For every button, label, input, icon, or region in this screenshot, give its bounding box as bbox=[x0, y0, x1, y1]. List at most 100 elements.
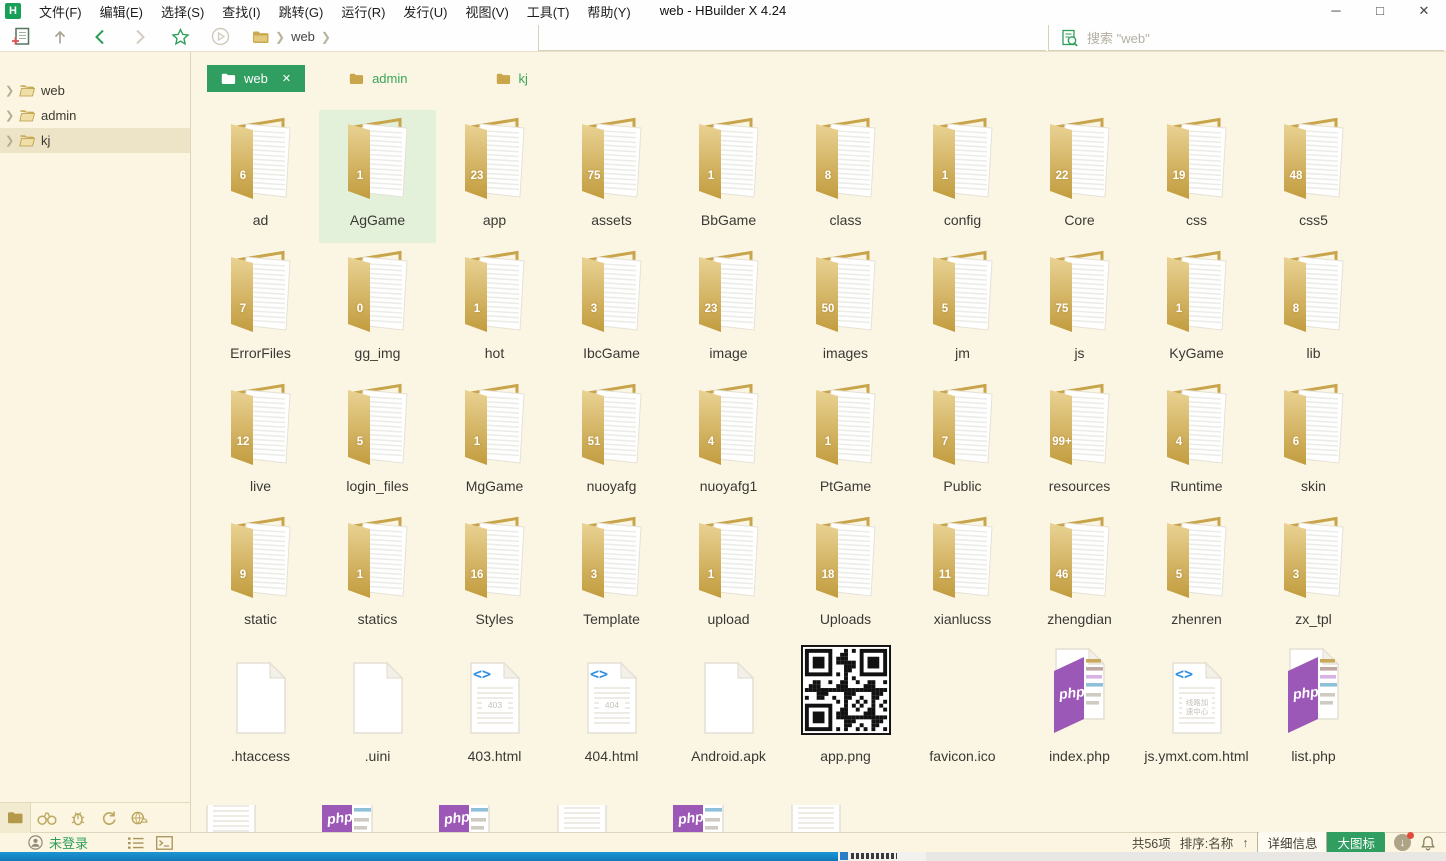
folder-item[interactable]: 1 MgGame bbox=[436, 376, 553, 509]
folder-item[interactable]: 1 config bbox=[904, 110, 1021, 243]
folder-item[interactable]: 4 Runtime bbox=[1138, 376, 1255, 509]
maximize-button[interactable]: □ bbox=[1358, 0, 1402, 22]
menu-item[interactable]: 工具(T) bbox=[518, 0, 579, 23]
folder-item[interactable]: 0 gg_img bbox=[319, 243, 436, 376]
minimize-button[interactable]: ─ bbox=[1314, 0, 1358, 22]
file-item-partial[interactable]: php bbox=[670, 805, 787, 832]
chevron-right-icon[interactable]: ❯ bbox=[5, 134, 13, 147]
breadcrumb-folder[interactable]: web bbox=[291, 29, 315, 44]
folder-item[interactable]: 23 image bbox=[670, 243, 787, 376]
folder-item[interactable]: 1 KyGame bbox=[1138, 243, 1255, 376]
file-item-partial[interactable]: <> bbox=[202, 805, 319, 832]
folder-item[interactable]: 3 IbcGame bbox=[553, 243, 670, 376]
folder-item[interactable]: 1 hot bbox=[436, 243, 553, 376]
up-button[interactable] bbox=[40, 23, 80, 51]
folder-item[interactable]: 19 css bbox=[1138, 110, 1255, 243]
folder-item[interactable]: 48 css5 bbox=[1255, 110, 1372, 243]
file-item[interactable]: <> 线路加 速中心 js.ymxt.com.html bbox=[1138, 642, 1255, 805]
file-item[interactable]: Android.apk bbox=[670, 642, 787, 805]
project-explorer-icon[interactable] bbox=[0, 803, 31, 833]
file-item-partial[interactable]: TXT bbox=[553, 805, 670, 832]
sidebar-item-web[interactable]: ❯ web bbox=[0, 78, 190, 103]
menu-item[interactable]: 发行(U) bbox=[394, 0, 456, 23]
binoculars-search-icon[interactable] bbox=[31, 803, 62, 833]
folder-item[interactable]: 9 static bbox=[202, 509, 319, 642]
folder-item[interactable]: 5 zhenren bbox=[1138, 509, 1255, 642]
close-button[interactable]: ✕ bbox=[1402, 0, 1446, 22]
file-item[interactable]: <> 404 404.html bbox=[553, 642, 670, 805]
folder-item[interactable]: 18 Uploads bbox=[787, 509, 904, 642]
folder-item[interactable]: 5 login_files bbox=[319, 376, 436, 509]
sort-direction-icon[interactable]: ↑ bbox=[1242, 836, 1248, 850]
menu-item[interactable]: 查找(I) bbox=[213, 0, 269, 23]
breadcrumb[interactable]: ❯ web ❯ bbox=[252, 29, 331, 44]
folder-item[interactable]: 1 statics bbox=[319, 509, 436, 642]
menu-item[interactable]: 选择(S) bbox=[152, 0, 213, 23]
sidebar-item-kj[interactable]: ❯ kj bbox=[0, 128, 190, 153]
outline-list-icon[interactable] bbox=[128, 836, 144, 850]
file-item-partial[interactable]: TXT bbox=[787, 805, 904, 832]
folder-item[interactable]: 6 ad bbox=[202, 110, 319, 243]
file-item[interactable]: php index.php bbox=[1021, 642, 1138, 805]
folder-item[interactable]: 8 lib bbox=[1255, 243, 1372, 376]
folder-item[interactable]: 1 PtGame bbox=[787, 376, 904, 509]
folder-item[interactable]: 3 zx_tpl bbox=[1255, 509, 1372, 642]
path-input[interactable] bbox=[538, 25, 1046, 51]
bug-debug-icon[interactable] bbox=[62, 803, 93, 833]
file-item-partial[interactable]: php bbox=[319, 805, 436, 832]
close-icon[interactable]: ✕ bbox=[282, 72, 291, 85]
folder-item[interactable]: 3 Template bbox=[553, 509, 670, 642]
menu-item[interactable]: 运行(R) bbox=[332, 0, 394, 23]
login-status[interactable]: 未登录 bbox=[49, 833, 88, 852]
update-notification-icon[interactable]: ↓ bbox=[1394, 834, 1411, 851]
file-item[interactable]: favicon.ico bbox=[904, 642, 1021, 805]
sync-refresh-icon[interactable] bbox=[93, 803, 124, 833]
folder-item[interactable]: 1 upload bbox=[670, 509, 787, 642]
new-file-button[interactable] bbox=[0, 23, 40, 51]
large-icons-button[interactable]: 大图标 bbox=[1327, 831, 1385, 854]
folder-item[interactable]: 7 ErrorFiles bbox=[202, 243, 319, 376]
folder-item[interactable]: 12 live bbox=[202, 376, 319, 509]
folder-item[interactable]: 1 BbGame bbox=[670, 110, 787, 243]
folder-item[interactable]: 11 xianlucss bbox=[904, 509, 1021, 642]
chevron-right-icon[interactable]: ❯ bbox=[5, 84, 13, 97]
file-item[interactable]: .uini bbox=[319, 642, 436, 805]
back-button[interactable] bbox=[80, 23, 120, 51]
folder-item[interactable]: 1 AgGame bbox=[319, 110, 436, 243]
web-globe-icon[interactable] bbox=[124, 803, 155, 833]
sort-label[interactable]: 排序:名称 bbox=[1180, 833, 1233, 852]
run-button[interactable] bbox=[200, 23, 240, 51]
file-item-partial[interactable]: php bbox=[436, 805, 553, 832]
menu-item[interactable]: 跳转(G) bbox=[270, 0, 333, 23]
chevron-right-icon[interactable]: ❯ bbox=[5, 109, 13, 122]
terminal-icon[interactable] bbox=[156, 836, 173, 850]
file-item[interactable]: php list.php bbox=[1255, 642, 1372, 805]
file-item[interactable]: <> 403 403.html bbox=[436, 642, 553, 805]
folder-item[interactable]: 8 class bbox=[787, 110, 904, 243]
folder-item[interactable]: 51 nuoyafg bbox=[553, 376, 670, 509]
bell-icon[interactable] bbox=[1420, 835, 1436, 851]
file-item[interactable]: .htaccess bbox=[202, 642, 319, 805]
tab-admin[interactable]: admin bbox=[335, 65, 421, 92]
folder-item[interactable]: 6 skin bbox=[1255, 376, 1372, 509]
folder-item[interactable]: 46 zhengdian bbox=[1021, 509, 1138, 642]
folder-item[interactable]: 50 images bbox=[787, 243, 904, 376]
folder-item[interactable]: 99+ resources bbox=[1021, 376, 1138, 509]
sidebar-item-admin[interactable]: ❯ admin bbox=[0, 103, 190, 128]
search-input[interactable]: 搜索 "web" bbox=[1048, 25, 1444, 51]
detail-view-button[interactable]: 详细信息 bbox=[1257, 831, 1327, 854]
folder-item[interactable]: 7 Public bbox=[904, 376, 1021, 509]
forward-button[interactable] bbox=[120, 23, 160, 51]
folder-item[interactable]: 4 nuoyafg1 bbox=[670, 376, 787, 509]
folder-item[interactable]: 23 app bbox=[436, 110, 553, 243]
menu-item[interactable]: 编辑(E) bbox=[91, 0, 152, 23]
tab-kj[interactable]: kj bbox=[482, 65, 542, 92]
folder-item[interactable]: 75 js bbox=[1021, 243, 1138, 376]
menu-item[interactable]: 视图(V) bbox=[456, 0, 517, 23]
tab-web[interactable]: web ✕ bbox=[207, 65, 305, 92]
folder-item[interactable]: 75 assets bbox=[553, 110, 670, 243]
menu-item[interactable]: 文件(F) bbox=[30, 0, 91, 23]
file-item[interactable]: app.png bbox=[787, 642, 904, 805]
folder-item[interactable]: 16 Styles bbox=[436, 509, 553, 642]
folder-item[interactable]: 5 jm bbox=[904, 243, 1021, 376]
